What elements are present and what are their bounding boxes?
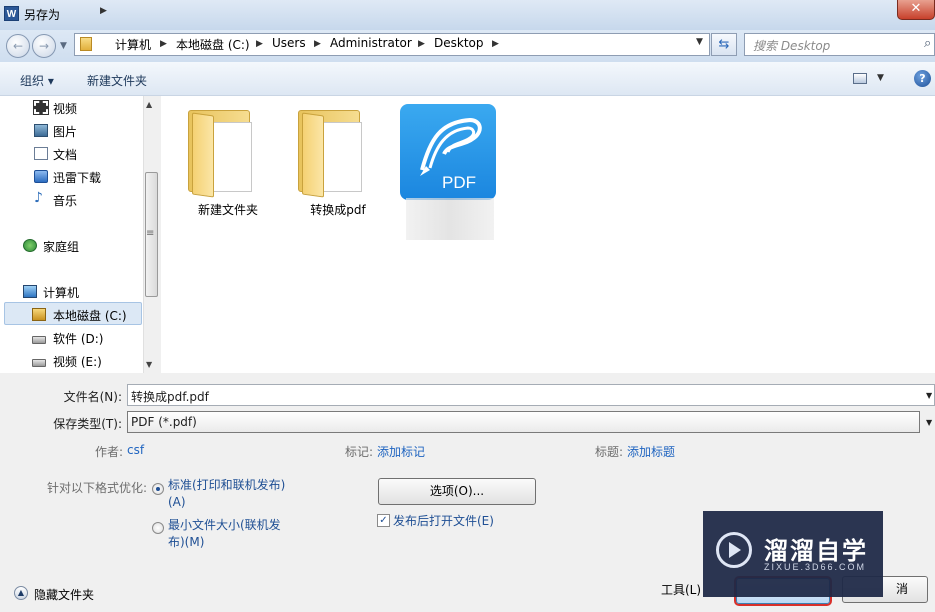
filetype-label: 保存类型(T): (53, 417, 122, 431)
refresh-icon: ⇆ (718, 37, 730, 52)
music-icon: ♪ (34, 190, 43, 206)
search-input[interactable]: 搜索 Desktop (744, 33, 935, 56)
scroll-down-icon[interactable]: ▼ (146, 360, 152, 369)
forward-button[interactable]: → (32, 34, 56, 58)
open-after-publish-checkbox[interactable]: ✓ (377, 514, 390, 527)
pdf-badge: PDF (442, 173, 476, 192)
filename-input[interactable]: 转换成pdf.pdf (127, 384, 935, 406)
history-dropdown-icon[interactable]: ▼ (60, 38, 72, 54)
disk-icon (32, 359, 46, 367)
new-folder-button[interactable]: 新建文件夹 (87, 72, 147, 89)
breadcrumb-computer[interactable]: 计算机 (115, 36, 151, 53)
folder-icon[interactable] (298, 104, 370, 198)
system-disk-icon (32, 308, 46, 321)
author-label: 作者: (95, 445, 124, 459)
breadcrumb-separator-icon[interactable]: ▶ (160, 36, 167, 52)
filetype-select[interactable]: PDF (*.pdf) (127, 411, 920, 433)
sidebar-item-documents[interactable]: 文档 (53, 146, 77, 163)
sidebar-item-homegroup[interactable]: 家庭组 (43, 238, 79, 255)
folder-icon[interactable] (188, 104, 260, 198)
search-icon[interactable]: ⌕ (924, 36, 931, 51)
scroll-grip-icon: ≡ (146, 228, 155, 239)
option-min-label-shortcut[interactable]: 布)(M) (168, 534, 204, 551)
close-button[interactable]: ✕ (897, 0, 935, 20)
sidebar-item-disk-d[interactable]: 软件 (D:) (53, 330, 103, 347)
breadcrumb-local-disk[interactable]: 本地磁盘 (C:) (176, 36, 250, 53)
title-bar (0, 0, 935, 30)
word-app-icon: W (4, 6, 19, 21)
watermark-title: 溜溜自学 (764, 537, 868, 565)
title-label: 标题: (595, 445, 624, 459)
breadcrumb-separator-icon[interactable]: ▶ (100, 3, 107, 19)
thunder-icon (34, 170, 48, 183)
video-icon (33, 100, 49, 115)
back-button[interactable]: ← (6, 34, 30, 58)
title-value[interactable]: 添加标题 (627, 443, 675, 460)
breadcrumb-separator-icon[interactable]: ▶ (418, 36, 425, 52)
breadcrumb-users[interactable]: Users (272, 36, 306, 50)
hide-folders-button[interactable]: 隐藏文件夹 (34, 586, 94, 603)
view-icon[interactable] (853, 73, 867, 84)
sidebar-item-videos[interactable]: 视频 (53, 100, 77, 117)
author-value[interactable]: csf (127, 443, 144, 457)
address-dropdown-icon[interactable]: ▼ (696, 37, 703, 47)
option-standard-label[interactable]: 标准(打印和联机发布) (168, 477, 285, 494)
sidebar-item-pictures[interactable]: 图片 (53, 123, 77, 140)
radio-minimum-size[interactable] (152, 522, 164, 534)
sidebar-item-thunder-downloads[interactable]: 迅雷下载 (53, 169, 101, 186)
view-dropdown-icon[interactable]: ▼ (877, 73, 884, 83)
breadcrumb-separator-icon[interactable]: ▶ (256, 36, 263, 52)
disk-icon (32, 336, 46, 344)
filename-label: 文件名(N): (63, 390, 122, 404)
option-min-label[interactable]: 最小文件大小(联机发 (168, 517, 281, 534)
computer-icon (23, 285, 37, 298)
window-title: 另存为 (24, 8, 61, 22)
tools-menu[interactable]: 工具(L) (661, 581, 701, 598)
sidebar-item-disk-e[interactable]: 视频 (E:) (53, 353, 102, 370)
breadcrumb-administrator[interactable]: Administrator (330, 36, 412, 50)
open-after-publish-label[interactable]: 发布后打开文件(E) (393, 512, 494, 529)
breadcrumb-desktop[interactable]: Desktop (434, 36, 484, 50)
folder-icon (80, 37, 92, 51)
chevron-up-icon[interactable]: ▲ (14, 586, 28, 600)
optimize-label: 针对以下格式优化: (47, 481, 148, 495)
folder-front (302, 112, 324, 198)
watermark-subtitle: ZIXUE.3D66.COM (764, 562, 867, 572)
folder-front (192, 112, 214, 198)
homegroup-icon (23, 239, 37, 252)
radio-standard[interactable] (152, 483, 164, 495)
sidebar-item-music[interactable]: 音乐 (53, 192, 77, 209)
picture-icon (34, 124, 48, 137)
organize-menu[interactable]: 组织 ▾ (20, 72, 54, 89)
refresh-button[interactable]: ⇆ (711, 33, 737, 56)
filetype-dropdown-icon[interactable]: ▼ (926, 418, 932, 427)
document-icon (34, 147, 48, 160)
breadcrumb-separator-icon[interactable]: ▶ (314, 36, 321, 52)
file-name-new-folder[interactable]: 新建文件夹 (188, 201, 268, 218)
scroll-up-icon[interactable]: ▲ (146, 100, 152, 109)
tags-label: 标记: (345, 445, 374, 459)
file-name-pdf-app[interactable] (406, 198, 494, 240)
options-button[interactable]: 选项(O)... (378, 478, 536, 505)
play-icon (729, 542, 741, 558)
tags-value[interactable]: 添加标记 (377, 443, 425, 460)
file-list[interactable] (161, 96, 935, 373)
filename-dropdown-icon[interactable]: ▼ (926, 391, 932, 400)
file-name-convert-pdf[interactable]: 转换成pdf (298, 201, 378, 218)
help-icon[interactable]: ? (914, 70, 931, 87)
option-standard-label-shortcut[interactable]: (A) (168, 494, 186, 511)
sidebar-item-local-disk-c[interactable]: 本地磁盘 (C:) (53, 307, 127, 324)
sidebar-item-computer[interactable]: 计算机 (43, 284, 79, 301)
breadcrumb-separator-icon[interactable]: ▶ (492, 36, 499, 52)
